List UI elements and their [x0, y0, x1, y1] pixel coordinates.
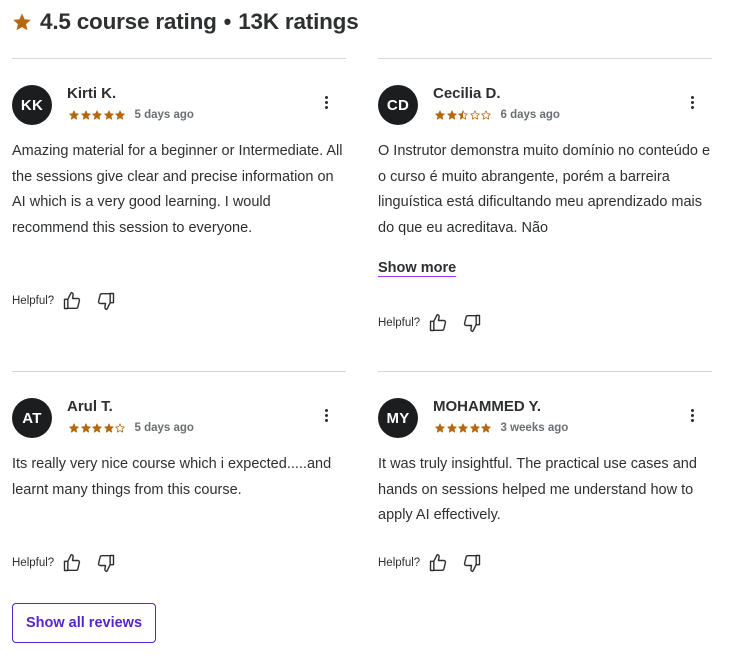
star-full-icon	[435, 423, 445, 433]
review-time: 5 days ago	[134, 109, 194, 121]
reviewer-name: Arul T.	[67, 398, 113, 415]
review-card: AT Arul T. 5 days ago Its really very ni…	[12, 371, 346, 581]
star-full-icon	[80, 423, 91, 433]
star-rating	[435, 423, 493, 433]
star-half-icon	[458, 110, 468, 120]
review-time: 5 days ago	[134, 422, 194, 434]
star-full-icon	[92, 110, 102, 120]
star-full-icon	[469, 423, 480, 433]
helpful-label: Helpful?	[12, 557, 55, 569]
helpful-label: Helpful?	[12, 295, 55, 307]
star-full-icon	[103, 110, 114, 120]
thumbs-up-icon[interactable]	[62, 291, 82, 311]
star-rating	[69, 110, 127, 120]
thumbs-up-icon[interactable]	[428, 553, 448, 573]
thumbs-down-icon[interactable]	[462, 313, 482, 333]
ratings-count-text: 13K ratings	[238, 9, 359, 34]
reviewer-name: MOHAMMED Y.	[433, 398, 542, 415]
more-options-icon[interactable]	[687, 94, 697, 114]
star-empty-icon	[115, 423, 125, 433]
star-rating	[69, 423, 127, 433]
thumbs-down-icon[interactable]	[96, 291, 116, 311]
star-full-icon	[458, 423, 468, 433]
star-empty-icon	[469, 110, 480, 120]
reviewer-name: Cecilia D.	[433, 85, 501, 102]
helpful-row: Helpful?	[378, 552, 496, 574]
star-full-icon	[92, 423, 102, 433]
helpful-label: Helpful?	[378, 557, 421, 569]
helpful-row: Helpful?	[12, 290, 130, 312]
review-text: Amazing material for a beginner or Inter…	[12, 143, 343, 237]
helpful-row: Helpful?	[12, 552, 130, 574]
thumbs-up-icon[interactable]	[62, 553, 82, 573]
avatar: MY	[378, 398, 418, 438]
separator-dot: •	[223, 9, 232, 34]
review-card: CD Cecilia D. 6 days ago O Instrutor dem…	[378, 58, 712, 348]
star-full-icon	[481, 423, 491, 433]
star-full-icon	[446, 110, 457, 120]
thumbs-up-icon[interactable]	[428, 313, 448, 333]
review-text: Its really very nice course which i expe…	[12, 456, 332, 498]
star-full-icon	[80, 110, 91, 120]
helpful-row: Helpful?	[378, 312, 496, 334]
star-full-icon	[103, 423, 114, 433]
show-more-link[interactable]: Show more	[378, 260, 456, 276]
star-full-icon	[115, 110, 125, 120]
review-time: 3 weeks ago	[500, 422, 569, 434]
more-options-icon[interactable]	[321, 94, 331, 114]
star-full-icon	[69, 423, 79, 433]
helpful-label: Helpful?	[378, 317, 421, 329]
review-time: 6 days ago	[500, 109, 560, 121]
reviewer-name: Kirti K.	[67, 85, 117, 102]
star-rating	[435, 110, 493, 120]
rating-summary: 4.5 course rating • 13K ratings	[12, 6, 359, 38]
review-card: MY MOHAMMED Y. 3 weeks ago It was truly …	[378, 371, 712, 581]
review-text: O Instrutor demonstra muito domínio no c…	[378, 143, 711, 237]
star-icon	[13, 13, 31, 31]
avatar: KK	[12, 85, 52, 125]
review-text: It was truly insightful. The practical u…	[378, 456, 697, 524]
review-card: KK Kirti K. 5 days ago Amazing material …	[12, 58, 346, 348]
thumbs-down-icon[interactable]	[462, 553, 482, 573]
avatar: AT	[12, 398, 52, 438]
star-full-icon	[435, 110, 445, 120]
star-full-icon	[69, 110, 79, 120]
more-options-icon[interactable]	[321, 407, 331, 427]
star-full-icon	[446, 423, 457, 433]
thumbs-down-icon[interactable]	[96, 553, 116, 573]
course-rating-text: 4.5 course rating	[40, 9, 217, 34]
show-all-reviews-button[interactable]: Show all reviews	[12, 603, 156, 643]
avatar: CD	[378, 85, 418, 125]
star-empty-icon	[481, 110, 491, 120]
more-options-icon[interactable]	[687, 407, 697, 427]
